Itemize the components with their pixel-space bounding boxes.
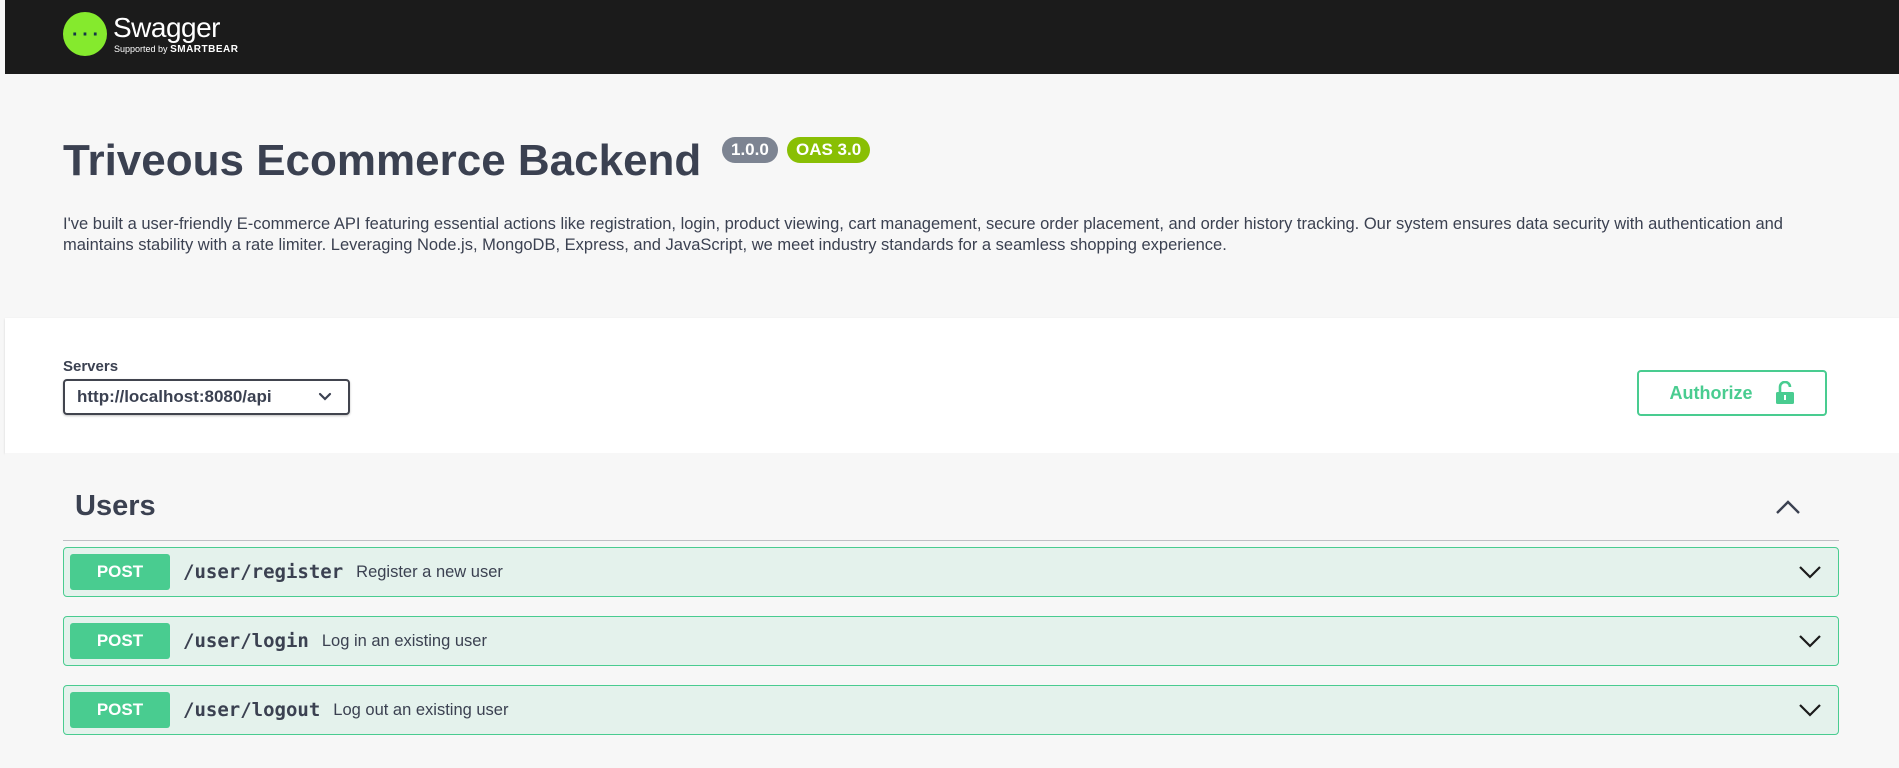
svg-text:{···}: {···} <box>70 25 100 45</box>
operation-summary: Register a new user <box>356 562 503 581</box>
method-badge: POST <box>70 692 170 728</box>
servers-select[interactable]: http://localhost:8080/api <box>63 379 350 415</box>
operation-post-user-logout[interactable]: POST /user/logout Log out an existing us… <box>63 685 1839 735</box>
tag-title: Users <box>75 490 156 522</box>
servers-selected-value: http://localhost:8080/api <box>77 387 272 406</box>
api-description: I've built a user-friendly E-commerce AP… <box>63 215 1783 254</box>
operation-post-user-register[interactable]: POST /user/register Register a new user <box>63 547 1839 597</box>
tag-section-users: Users POST /user/register Register a new… <box>5 453 1899 768</box>
chevron-down-icon <box>318 387 332 407</box>
logo-supported-by: Supported by SMARTBEAR <box>114 43 239 55</box>
operation-summary: Log out an existing user <box>333 700 509 719</box>
scheme-container: Servers http://localhost:8080/api Author… <box>5 318 1899 453</box>
authorize-button[interactable]: Authorize <box>1637 370 1827 416</box>
chevron-down-icon[interactable] <box>1798 702 1822 718</box>
authorize-label: Authorize <box>1669 382 1753 403</box>
chevron-up-icon[interactable] <box>1775 499 1801 515</box>
logo-name: Swagger <box>113 11 221 43</box>
swagger-logo[interactable]: {···} Swagger Supported by SMARTBEAR <box>63 12 238 56</box>
topbar: {···} Swagger Supported by SMARTBEAR <box>5 0 1899 74</box>
method-badge: POST <box>70 554 170 590</box>
operation-path: /user/logout <box>183 699 321 721</box>
operation-path: /user/login <box>183 630 309 652</box>
unlocked-lock-icon <box>1775 381 1795 405</box>
api-info: Triveous Ecommerce Backend 1.0.0 OAS 3.0… <box>5 74 1899 318</box>
oas-badge: OAS 3.0 <box>787 137 871 163</box>
operation-path: /user/register <box>183 561 344 583</box>
tag-header[interactable]: Users <box>63 473 1839 541</box>
chevron-down-icon[interactable] <box>1798 633 1822 649</box>
version-badge: 1.0.0 <box>722 137 778 163</box>
page-title: Triveous Ecommerce Backend <box>63 136 702 185</box>
operation-post-user-login[interactable]: POST /user/login Log in an existing user <box>63 616 1839 666</box>
operation-summary: Log in an existing user <box>321 631 487 650</box>
swagger-curly-braces-icon: {···} <box>63 12 107 56</box>
servers-label: Servers <box>63 358 119 375</box>
method-badge: POST <box>70 623 170 659</box>
chevron-down-icon[interactable] <box>1798 564 1822 580</box>
